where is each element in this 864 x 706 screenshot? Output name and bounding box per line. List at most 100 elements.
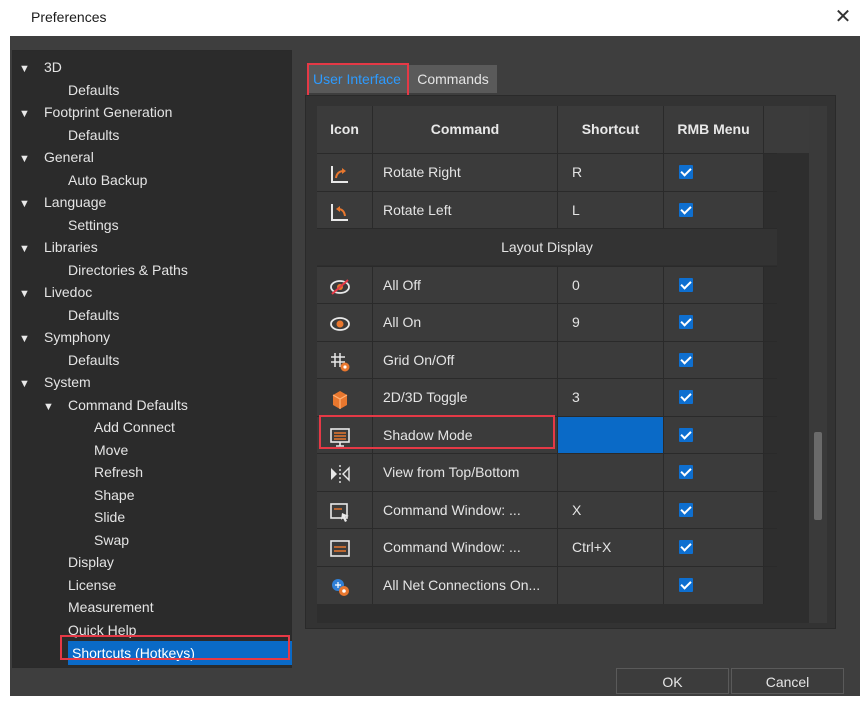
icon-cell [317, 154, 373, 191]
table-row[interactable]: All Off 0 [317, 265, 777, 304]
tree-item[interactable]: License [68, 574, 116, 596]
tree-item[interactable]: ▼ Libraries [19, 236, 98, 258]
shortcut-cell[interactable]: 9 [558, 304, 664, 341]
table-row[interactable]: All On 9 [317, 303, 777, 341]
table-row[interactable]: Rotate Left L [317, 190, 777, 229]
net-connections-icon [329, 575, 351, 597]
table-row[interactable]: Rotate Right R [317, 153, 777, 191]
tree-item-label: Swap [94, 531, 130, 548]
tree-item-label: Command Defaults [68, 396, 188, 413]
rmb-menu-checkbox[interactable] [679, 427, 693, 442]
shortcut-cell[interactable] [558, 454, 664, 491]
table-row[interactable]: Command Window: ... Ctrl+X [317, 528, 777, 566]
tree-item[interactable]: Measurement [68, 596, 154, 618]
cancel-button[interactable]: Cancel [731, 668, 844, 694]
expand-arrow-icon[interactable]: ▼ [19, 103, 33, 125]
shortcut-cell[interactable] [558, 566, 664, 604]
rotate-right-icon [329, 162, 351, 184]
header-shortcut[interactable]: Shortcut [558, 106, 664, 153]
rmb-menu-checkbox[interactable] [679, 390, 693, 404]
tree-item[interactable]: Defaults [68, 79, 119, 101]
shortcut-cell[interactable] [558, 341, 664, 379]
command-highlight-box [319, 415, 555, 449]
close-icon[interactable]: ✕ [832, 6, 854, 28]
tree-item[interactable]: Settings [68, 214, 119, 236]
tree-item-label: Refresh [94, 464, 144, 480]
command-cell: Command Window: ... [373, 529, 558, 566]
rmb-menu-checkbox[interactable] [679, 540, 693, 554]
expand-arrow-icon[interactable]: ▼ [19, 238, 33, 260]
expand-arrow-icon[interactable]: ▼ [19, 58, 33, 80]
rmb-menu-checkbox[interactable] [679, 315, 693, 329]
icon-cell [317, 341, 373, 379]
rmb-menu-checkbox[interactable] [679, 577, 693, 592]
rmb-menu-cell [664, 304, 764, 341]
tree-item[interactable]: Defaults [68, 349, 119, 371]
vertical-scrollbar[interactable] [809, 106, 827, 623]
table-row[interactable]: All Net Connections On... [317, 565, 777, 604]
shortcut-cell[interactable]: R [558, 154, 664, 191]
rmb-menu-checkbox[interactable] [679, 465, 693, 479]
shortcut-cell[interactable] [558, 416, 664, 454]
rmb-menu-cell [664, 191, 764, 229]
shortcut-cell[interactable]: Ctrl+X [558, 529, 664, 566]
tree-item[interactable]: ▼ Livedoc [19, 281, 92, 303]
table-row[interactable]: Grid On/Off [317, 340, 777, 379]
tree-item[interactable]: Defaults [68, 304, 119, 326]
tree-item-label: Livedoc [44, 284, 93, 300]
rmb-menu-checkbox[interactable] [679, 165, 693, 179]
expand-arrow-icon[interactable]: ▼ [19, 193, 33, 215]
expand-arrow-icon[interactable]: ▼ [19, 148, 33, 170]
tree-item[interactable]: Swap [94, 529, 129, 551]
tree-item-label: Measurement [68, 599, 154, 615]
preferences-tree[interactable]: ▼ 3D Defaults ▼ Footprint Generation Defaults… [12, 50, 292, 668]
table-row[interactable]: Command Window: ... X [317, 490, 777, 529]
tree-item[interactable]: Add Connect [94, 416, 175, 438]
shortcut-cell[interactable]: X [558, 491, 664, 529]
rmb-menu-checkbox[interactable] [679, 202, 693, 217]
shortcut-cell[interactable]: 0 [558, 266, 664, 304]
tree-item[interactable]: ▼ Symphony [19, 326, 110, 348]
command-window-icon [329, 500, 351, 522]
tree-item[interactable]: ▼ General [19, 146, 94, 168]
window-title: Preferences [31, 9, 107, 25]
expand-arrow-icon[interactable]: ▼ [43, 396, 57, 418]
tree-item[interactable]: ▼ 3D [19, 56, 62, 78]
header-command[interactable]: Command [373, 106, 558, 153]
table-row[interactable]: View from Top/Bottom [317, 453, 777, 491]
rmb-menu-checkbox[interactable] [679, 352, 693, 367]
tree-item[interactable]: Slide [94, 506, 125, 528]
table-row[interactable]: 2D/3D Toggle 3 [317, 378, 777, 416]
tree-item[interactable]: Auto Backup [68, 169, 147, 191]
tree-item[interactable]: ▼ Command Defaults [43, 394, 188, 416]
tree-item[interactable]: Refresh [94, 461, 143, 483]
rmb-menu-checkbox[interactable] [679, 502, 693, 517]
tree-item[interactable]: ▼ Footprint Generation [19, 101, 172, 123]
command-window-2-icon [329, 537, 351, 559]
shortcut-cell[interactable]: L [558, 191, 664, 229]
tree-item-label: Slide [94, 509, 126, 525]
ok-button[interactable]: OK [616, 668, 729, 694]
tree-item-label: Libraries [44, 239, 98, 255]
expand-arrow-icon[interactable]: ▼ [19, 328, 33, 350]
tree-item-label: General [44, 149, 94, 165]
scrollbar-thumb[interactable] [814, 432, 822, 520]
expand-arrow-icon[interactable]: ▼ [19, 373, 33, 395]
tree-item-label: Symphony [44, 329, 111, 345]
tree-item[interactable]: ▼ Language [19, 191, 106, 213]
tree-item[interactable]: ▼ System [19, 371, 91, 393]
tree-item[interactable]: Directories & Paths [68, 259, 188, 281]
expand-arrow-icon[interactable]: ▼ [19, 283, 33, 305]
shortcut-cell[interactable]: 3 [558, 379, 664, 416]
tab-commands[interactable]: Commands [409, 65, 497, 93]
header-rmb-menu[interactable]: RMB Menu [664, 106, 764, 153]
tab-highlight-box [307, 63, 409, 98]
header-icon[interactable]: Icon [317, 106, 373, 153]
tree-item[interactable]: Display [68, 551, 114, 573]
tree-item[interactable]: Move [94, 439, 128, 461]
rmb-menu-checkbox[interactable] [679, 277, 693, 292]
tree-item[interactable]: Defaults [68, 124, 119, 146]
rmb-menu-cell [664, 416, 764, 454]
tree-item[interactable]: Shape [94, 484, 134, 506]
eye-off-icon [329, 275, 351, 297]
